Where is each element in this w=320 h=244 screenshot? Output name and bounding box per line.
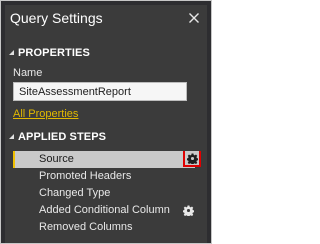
applied-step-label: Source xyxy=(39,153,74,165)
gear-icon[interactable] xyxy=(183,205,194,216)
applied-step-label: Removed Columns xyxy=(39,221,133,233)
gear-icon[interactable] xyxy=(186,152,198,164)
applied-step-source[interactable]: Source xyxy=(13,151,201,168)
query-settings-pane: Query Settings PROPERTIES Name SiteAsses… xyxy=(5,5,207,243)
applied-steps-section-header[interactable]: APPLIED STEPS xyxy=(9,131,106,145)
close-icon[interactable] xyxy=(188,12,200,24)
applied-step-promoted-headers[interactable]: Promoted Headers xyxy=(13,168,201,185)
pane-header: Query Settings xyxy=(5,5,207,31)
applied-step-changed-type[interactable]: Changed Type xyxy=(13,185,201,202)
applied-steps-list: Source Promoted Headers Changed Type Add… xyxy=(13,151,201,243)
properties-section-header[interactable]: PROPERTIES xyxy=(9,47,90,61)
name-label: Name xyxy=(13,67,43,79)
applied-steps-heading: APPLIED STEPS xyxy=(18,131,107,143)
collapse-triangle-icon xyxy=(9,50,14,55)
applied-step-label: Promoted Headers xyxy=(39,170,132,182)
applied-step-added-conditional-column[interactable]: Added Conditional Column xyxy=(13,202,201,219)
gear-highlight-box xyxy=(183,151,201,167)
applied-step-removed-columns[interactable]: Removed Columns xyxy=(13,219,201,236)
all-properties-link[interactable]: All Properties xyxy=(13,108,78,120)
query-name-field[interactable]: SiteAssessmentReport xyxy=(13,82,187,101)
pane-title: Query Settings xyxy=(10,10,103,26)
properties-heading: PROPERTIES xyxy=(18,47,90,59)
applied-step-label: Changed Type xyxy=(39,187,111,199)
applied-step-label: Added Conditional Column xyxy=(39,204,170,216)
collapse-triangle-icon xyxy=(9,134,14,139)
screenshot-frame: Query Settings PROPERTIES Name SiteAsses… xyxy=(0,0,212,244)
